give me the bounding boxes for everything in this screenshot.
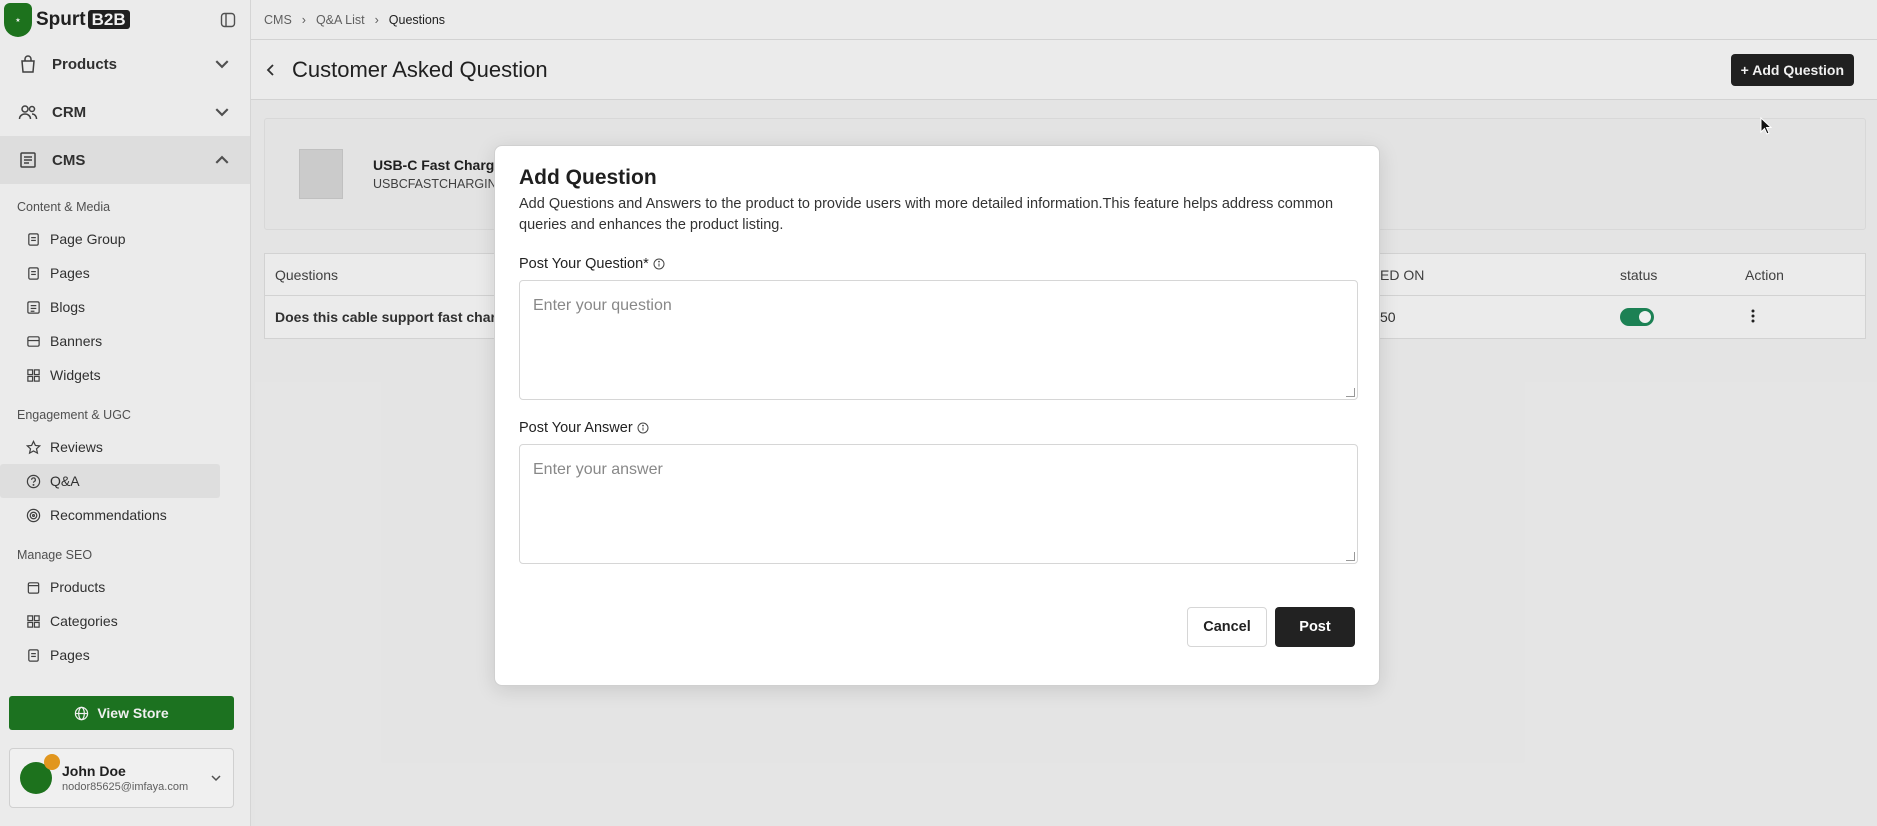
question-label-text: Post Your Question* xyxy=(519,256,649,272)
cancel-button[interactable]: Cancel xyxy=(1187,607,1267,647)
modal-description: Add Questions and Answers to the product… xyxy=(519,196,1334,233)
answer-textarea[interactable]: Enter your answer xyxy=(519,444,1358,564)
info-icon[interactable] xyxy=(653,258,665,270)
modal-title: Add Question xyxy=(519,166,657,189)
add-question-modal: Add Question Add Questions and Answers t… xyxy=(494,145,1380,686)
info-icon[interactable] xyxy=(637,422,649,434)
question-field-label: Post Your Question* xyxy=(519,256,1355,272)
mouse-cursor-icon xyxy=(1760,117,1772,135)
answer-field-label: Post Your Answer xyxy=(519,420,1355,436)
post-button[interactable]: Post xyxy=(1275,607,1355,647)
modal-actions: Cancel Post xyxy=(1187,607,1355,647)
answer-label-text: Post Your Answer xyxy=(519,420,633,436)
question-textarea[interactable]: Enter your question xyxy=(519,280,1358,400)
